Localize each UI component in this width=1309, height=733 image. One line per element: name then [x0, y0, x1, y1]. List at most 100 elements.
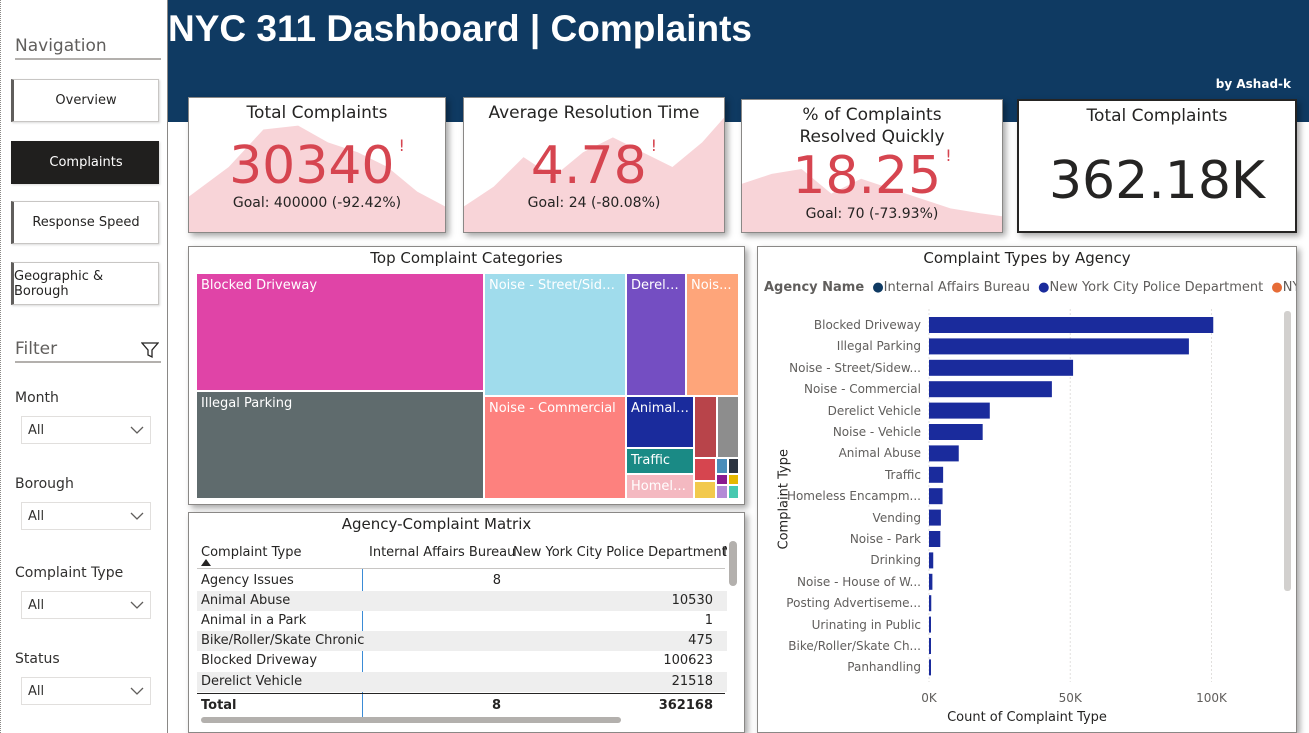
kpi-card-avg-resolution[interactable]: Average Resolution Time 4.78! Goal: 24 (… [463, 97, 725, 233]
horizontal-scrollbar[interactable] [201, 717, 621, 723]
nav-geographic-borough-button[interactable]: Geographic & Borough [11, 262, 159, 305]
status-dropdown[interactable]: All [21, 677, 151, 705]
bar[interactable] [929, 338, 1189, 355]
month-value: All [28, 423, 45, 438]
cell-nypd: 1 [704, 613, 713, 628]
bar[interactable] [929, 595, 932, 612]
status-label: Status [15, 651, 60, 667]
chevron-down-icon [130, 512, 144, 520]
bar[interactable] [929, 488, 943, 505]
cell-total-label: Total [201, 698, 237, 713]
table-row[interactable]: Agency Issues 8 [197, 571, 727, 591]
borough-label: Borough [15, 476, 74, 492]
table-row[interactable]: Animal Abuse 10530 [197, 591, 727, 611]
cell-total-iab: 8 [491, 698, 501, 713]
complaint-type-value: All [28, 598, 45, 613]
chevron-down-icon [130, 601, 144, 609]
table-row[interactable]: Bike/Roller/Skate Chronic 475 [197, 631, 727, 651]
treemap-tile-small[interactable] [694, 396, 717, 458]
bar[interactable] [929, 573, 933, 590]
kpi-alert-flag: ! [398, 136, 405, 155]
bar[interactable] [929, 552, 934, 569]
cell-nypd: 475 [688, 633, 713, 648]
header-divider [197, 568, 725, 569]
treemap-title: Top Complaint Categories [370, 249, 563, 267]
nav-complaints-button[interactable]: Complaints [11, 141, 159, 184]
treemap-tile-small[interactable] [694, 481, 716, 499]
kpi-card-total-complaints[interactable]: Total Complaints 30340! Goal: 400000 (-9… [188, 97, 446, 233]
sort-ascending-icon[interactable] [201, 559, 211, 566]
treemap-tile-small[interactable] [728, 458, 739, 474]
nav-response-speed-button[interactable]: Response Speed [11, 201, 159, 244]
vertical-scrollbar[interactable] [729, 541, 737, 586]
bar[interactable] [929, 659, 931, 676]
total-row: Total 8 362168 [197, 696, 727, 716]
bar[interactable] [929, 424, 983, 440]
kpi-goal: Goal: 400000 (-92.42%) [232, 195, 402, 211]
bar[interactable] [929, 509, 941, 526]
treemap-card: Top Complaint Categories Blocked Drivewa… [188, 246, 745, 505]
column-header-complaint-type[interactable]: Complaint Type [201, 545, 301, 560]
borough-dropdown[interactable]: All [21, 502, 151, 530]
table-row[interactable]: Animal in a Park 1 [197, 611, 727, 631]
kpi-alert-flag: ! [945, 146, 952, 165]
x-tick-label: 0K [921, 691, 938, 705]
nav-overview-button[interactable]: Overview [11, 79, 159, 122]
bar[interactable] [929, 359, 1074, 376]
bar[interactable] [929, 445, 959, 462]
kpi-card-resolved-quickly[interactable]: % of Complaints Resolved Quickly 18.25! … [741, 99, 1003, 233]
kpi-value-number: 4.78 [530, 136, 647, 196]
filter-icon[interactable] [141, 341, 159, 359]
treemap-tile-derelict[interactable]: Dereli... [626, 273, 686, 396]
table-row[interactable]: Derelict Vehicle 21518 [197, 672, 727, 692]
column-header-iab[interactable]: Internal Affairs Bureau [369, 545, 515, 560]
column-header-nypd[interactable]: New York City Police Department [513, 545, 727, 560]
treemap-tile-small[interactable] [728, 474, 739, 485]
bar[interactable] [929, 402, 990, 419]
cell-complaint-type: Derelict Vehicle [201, 674, 303, 689]
matrix-title: Agency-Complaint Matrix [341, 515, 532, 533]
complaint-type-dropdown[interactable]: All [21, 591, 151, 619]
month-dropdown[interactable]: All [21, 416, 151, 444]
treemap-tile-small[interactable] [716, 485, 728, 499]
bar[interactable] [929, 531, 941, 547]
treemap-tile-small[interactable] [716, 474, 728, 485]
bar[interactable] [929, 381, 1052, 398]
treemap-tile-noise-vehicle[interactable]: Nois... [686, 273, 739, 396]
chevron-down-icon [130, 687, 144, 695]
cell-total-nypd: 362168 [658, 698, 713, 713]
kpi-alert-flag: ! [650, 136, 658, 155]
table-row[interactable]: Blocked Driveway 100623 [197, 651, 727, 671]
cell-complaint-type: Animal in a Park [201, 613, 307, 628]
kpi-value-number: 18.25 [792, 146, 942, 206]
cell-iab: 8 [492, 573, 501, 588]
treemap-tile-noise-commercial[interactable]: Noise - Commercial [484, 396, 626, 499]
treemap-tile-small[interactable] [728, 485, 739, 499]
borough-value: All [28, 509, 45, 524]
treemap-tile-illegal-parking[interactable]: Illegal Parking [196, 391, 484, 499]
bar-chart-card: Complaint Types by Agency Agency Name ●I… [757, 246, 1297, 733]
column-header-truncated[interactable]: N [723, 545, 727, 560]
kpi-card-total-complaints-all[interactable]: Total Complaints 362.18K [1017, 99, 1297, 233]
treemap-tile-homeless[interactable]: Homele... [626, 474, 694, 499]
bar[interactable] [929, 317, 1214, 333]
bar[interactable] [929, 638, 931, 654]
treemap-tile-small[interactable] [716, 458, 728, 474]
x-tick-label: 100K [1196, 691, 1228, 705]
kpi-title: Total Complaints [246, 103, 388, 123]
cell-complaint-type: Agency Issues [201, 573, 294, 588]
matrix-header-row: Complaint Type Internal Affairs Bureau N… [197, 543, 727, 563]
treemap-tile-blocked-driveway[interactable]: Blocked Driveway [196, 273, 484, 391]
treemap-tile-animal[interactable]: Animal ... [626, 396, 694, 448]
matrix-card: Agency-Complaint Matrix Complaint Type I… [188, 512, 745, 733]
chevron-down-icon [130, 426, 144, 434]
bar[interactable] [929, 466, 944, 483]
chart-scrollbar[interactable] [1284, 311, 1291, 591]
treemap-tile-noise-street[interactable]: Noise - Street/Side... [484, 273, 626, 396]
treemap-tile-small[interactable] [717, 396, 739, 458]
author-byline: by Ashad-k [1215, 77, 1291, 91]
treemap-tile-traffic[interactable]: Traffic [626, 448, 694, 474]
bar[interactable] [929, 616, 931, 633]
cell-complaint-type: Animal Abuse [201, 593, 291, 608]
treemap-tile-small[interactable] [694, 458, 716, 481]
